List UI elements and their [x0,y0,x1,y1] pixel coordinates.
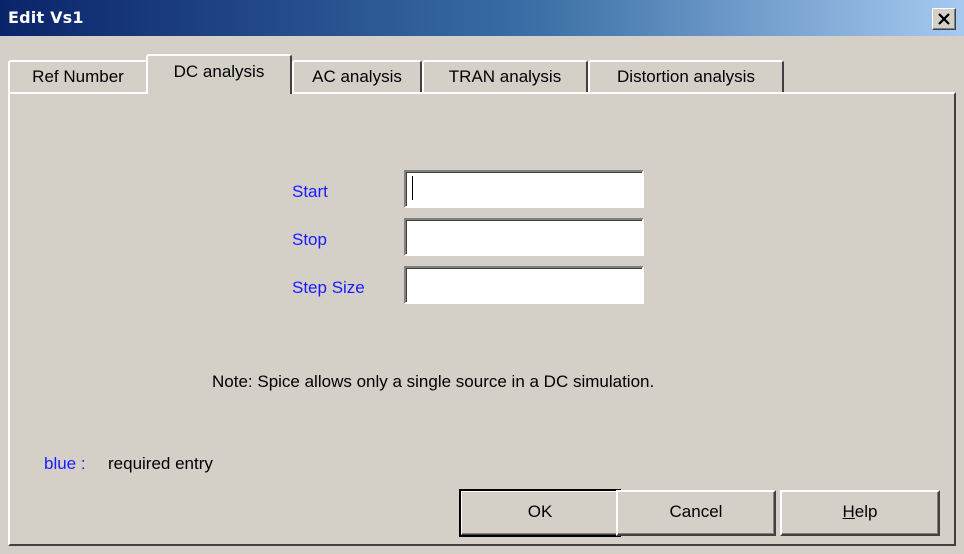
legend-color-key: blue : [44,454,86,473]
dc-analysis-panel [8,92,956,546]
tab-label: Ref Number [32,67,124,86]
stop-input[interactable] [404,218,644,256]
tab-ref-number[interactable]: Ref Number [8,60,148,92]
dc-simulation-note: Note: Spice allows only a single source … [212,372,655,391]
tab-label: DC analysis [173,62,265,81]
help-button-label: Help [842,502,878,521]
close-button[interactable] [932,8,956,30]
legend-description: required entry [108,454,213,473]
cancel-button-label: Cancel [669,502,723,521]
ok-button[interactable]: OK [459,489,621,537]
start-label: Start [292,182,328,201]
close-icon [938,13,950,25]
cancel-button[interactable]: Cancel [616,490,776,536]
step-size-label: Step Size [292,278,365,297]
text-caret [412,176,413,200]
tab-label: TRAN analysis [448,67,562,86]
tab-label: AC analysis [312,67,402,86]
title-bar[interactable]: Edit Vs1 [0,0,964,36]
ok-button-label: OK [527,502,553,521]
window-title: Edit Vs1 [8,8,84,27]
tab-label: Distortion analysis [617,67,755,86]
tab-tran-analysis[interactable]: TRAN analysis [422,60,588,92]
tab-distortion-analysis[interactable]: Distortion analysis [588,60,784,92]
tab-ac-analysis[interactable]: AC analysis [292,60,422,92]
tab-dc-analysis[interactable]: DC analysis [146,54,292,94]
step-size-input[interactable] [404,266,644,304]
help-button[interactable]: Help [780,490,940,536]
edit-dialog: Edit Vs1 Ref Number DC analysis AC analy… [0,0,964,554]
stop-label: Stop [292,230,327,249]
start-input[interactable] [404,170,644,208]
